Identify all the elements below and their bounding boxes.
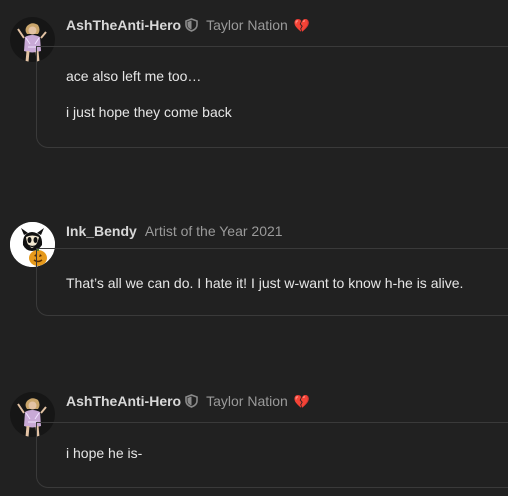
message-bubble bbox=[36, 46, 508, 148]
shield-icon bbox=[185, 18, 198, 32]
broken-heart-icon: 💔 bbox=[293, 17, 311, 33]
user-title: Taylor Nation bbox=[206, 17, 288, 33]
username[interactable]: AshTheAnti-Hero bbox=[66, 17, 181, 33]
message-text: i hope he is- bbox=[66, 445, 143, 461]
username[interactable]: Ink_Bendy bbox=[66, 223, 137, 239]
broken-heart-icon: 💔 bbox=[293, 393, 311, 409]
message-text: That’s all we can do. I hate it! I just … bbox=[66, 275, 464, 291]
user-title: Artist of the Year 2021 bbox=[144, 223, 283, 239]
post-header: AshTheAnti-Hero Taylor Nation 💔 bbox=[66, 15, 310, 35]
message-text: i just hope they come back bbox=[66, 104, 232, 120]
shield-icon bbox=[185, 394, 198, 408]
post-header: AshTheAnti-Hero Taylor Nation 💔 bbox=[66, 391, 310, 411]
message-text: ace also left me too… bbox=[66, 68, 202, 84]
username[interactable]: AshTheAnti-Hero bbox=[66, 393, 181, 409]
user-title: Taylor Nation bbox=[206, 393, 288, 409]
post-header: Ink_Bendy Artist of the Year 2021 bbox=[66, 221, 283, 241]
